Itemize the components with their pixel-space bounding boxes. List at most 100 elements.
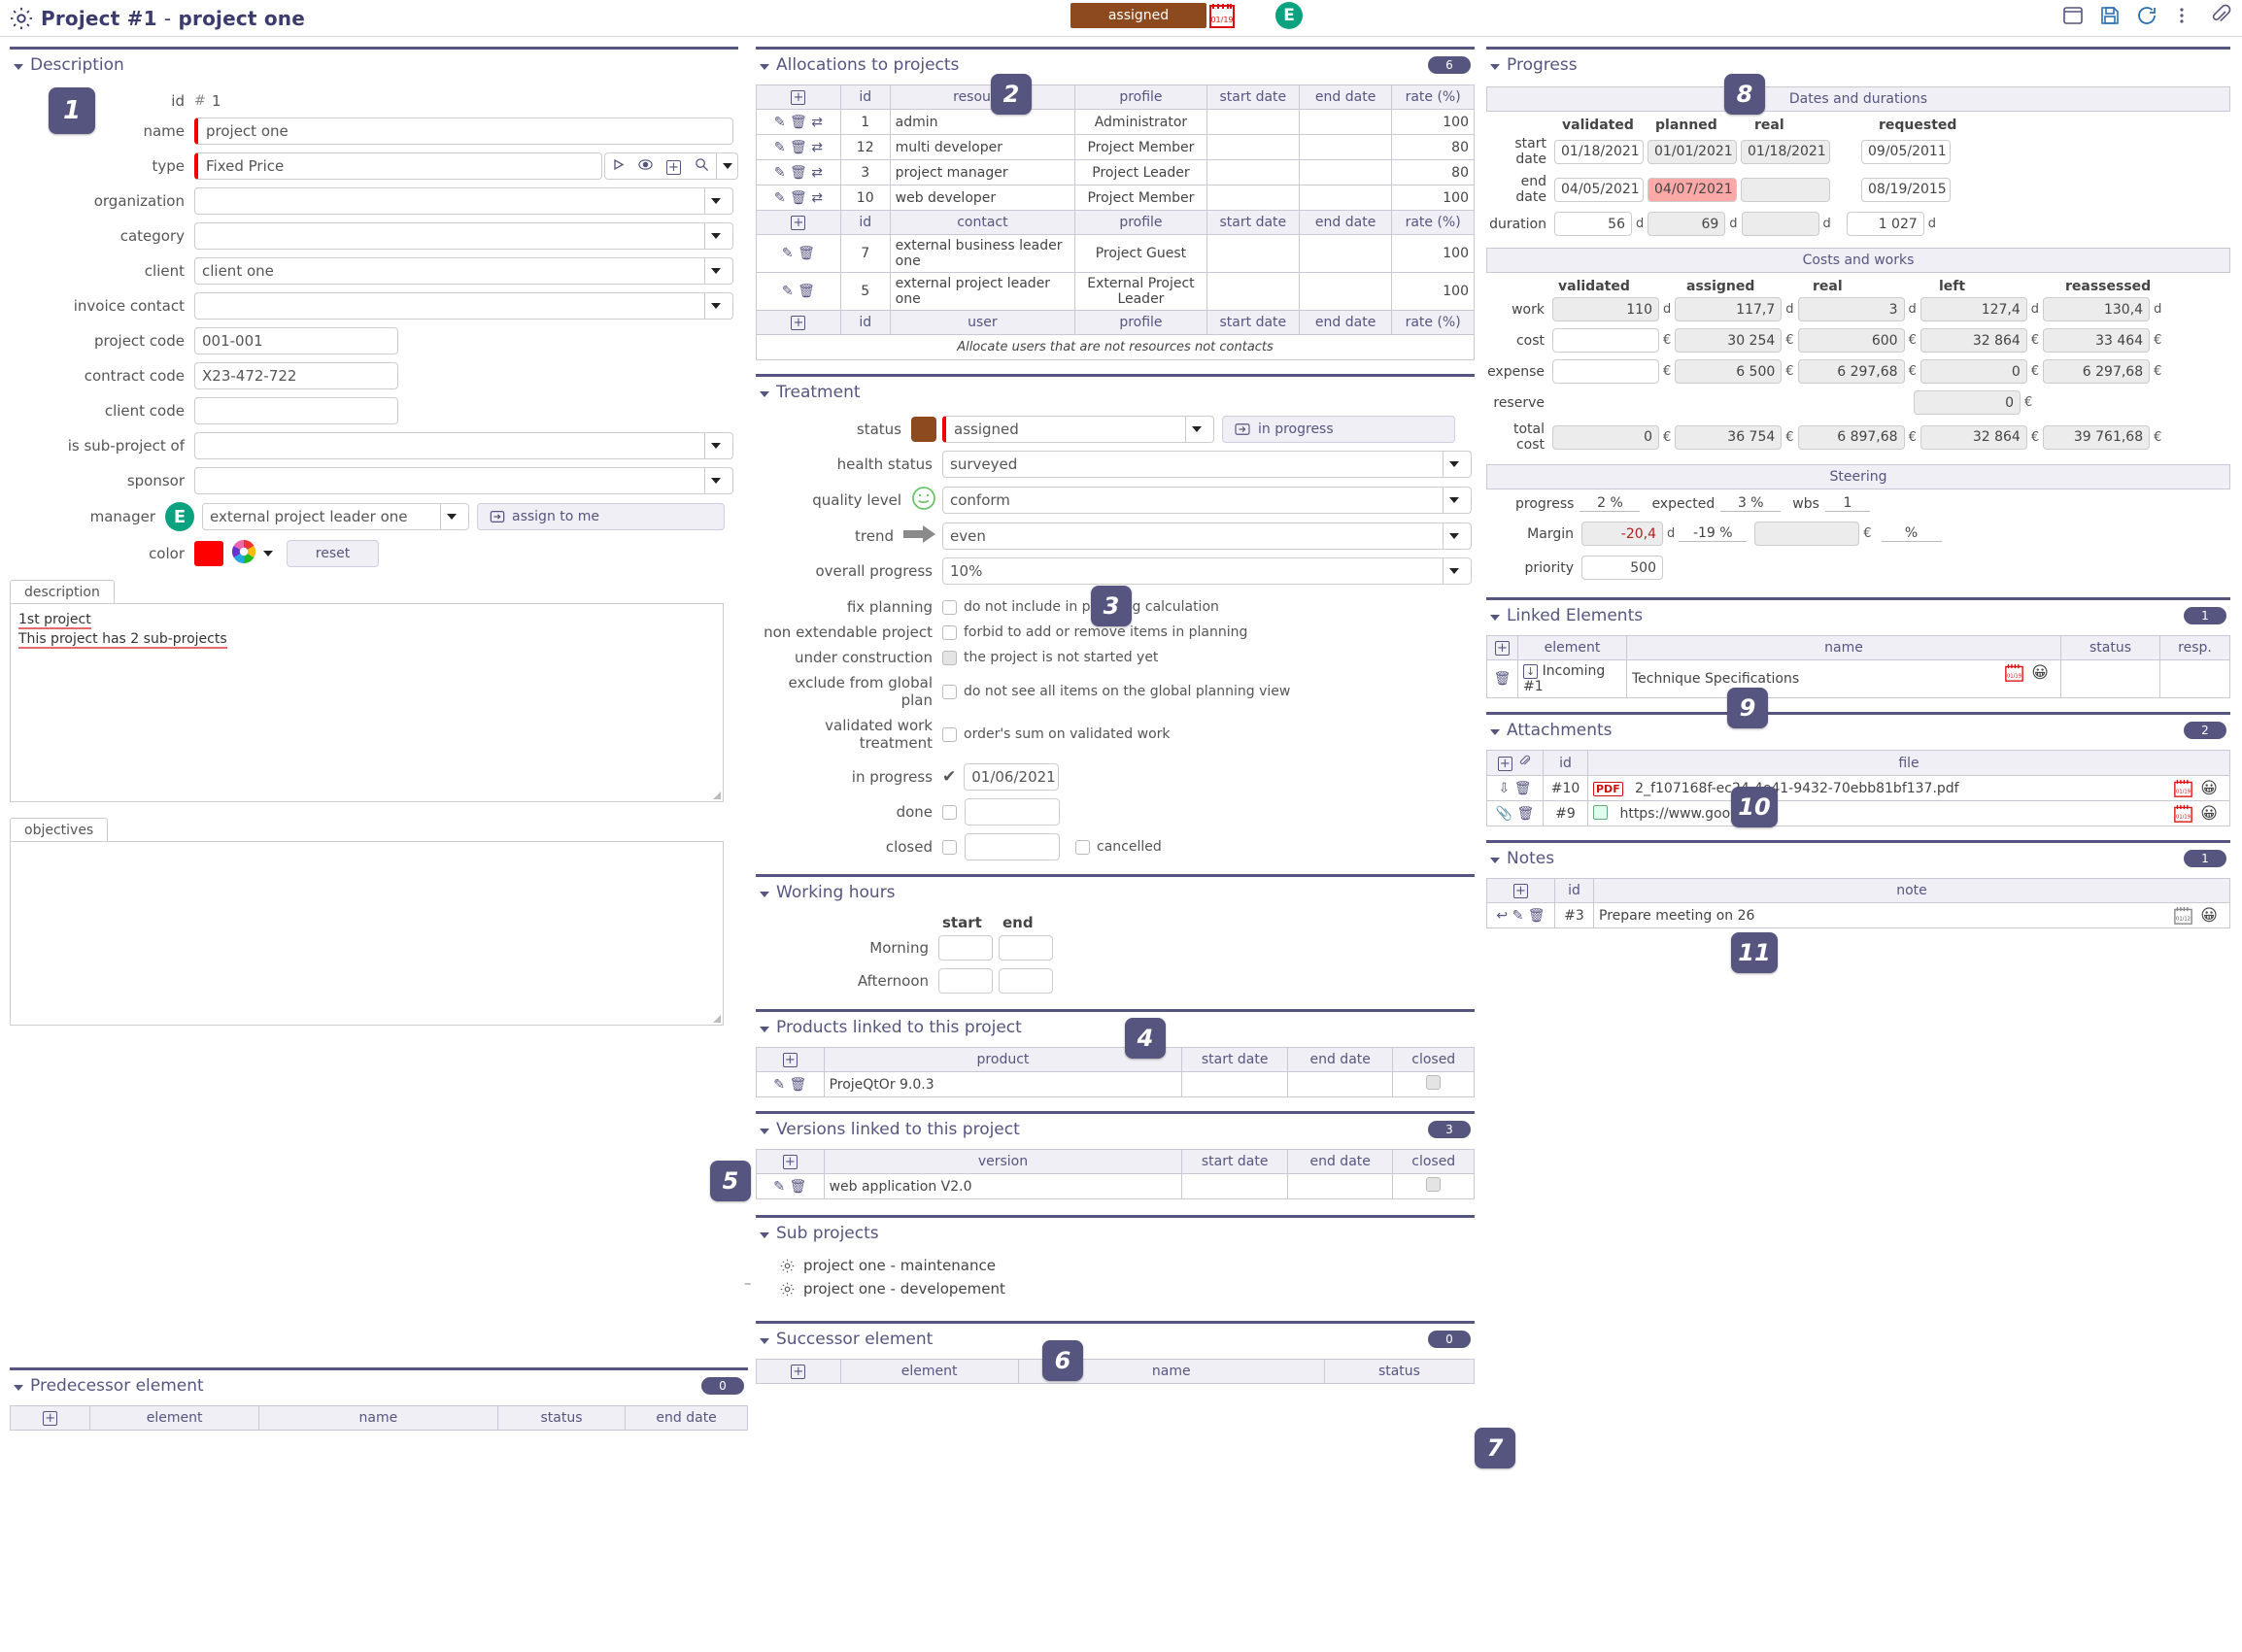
- cancelled-checkbox[interactable]: [1075, 839, 1090, 855]
- organization-select[interactable]: [194, 187, 733, 215]
- subprojects-section-header[interactable]: Sub projects: [756, 1215, 1475, 1247]
- health-status-select[interactable]: surveyed: [942, 451, 1472, 478]
- row-actions[interactable]: 📎 🗑: [1486, 800, 1544, 826]
- assign-to-me-button[interactable]: assign to me: [477, 503, 725, 530]
- table-row[interactable]: ✎ 🗑 ProjeQtOr 9.0.3: [756, 1071, 1475, 1097]
- delete-icon[interactable]: 🗑: [1528, 908, 1546, 924]
- trend-select[interactable]: even: [942, 523, 1472, 550]
- morning-start-input[interactable]: [938, 935, 993, 961]
- row-actions[interactable]: ✎ 🗑 ⇄: [756, 109, 841, 135]
- expense-validated[interactable]: [1552, 359, 1659, 384]
- category-select[interactable]: [194, 222, 733, 250]
- invoice-contact-select[interactable]: [194, 292, 733, 320]
- table-row[interactable]: ✎ 🗑 ⇄ 3 project manager Project Leader 8…: [756, 159, 1475, 185]
- description-section-header[interactable]: Description: [10, 47, 738, 79]
- cost-validated[interactable]: [1552, 328, 1659, 353]
- delete-icon[interactable]: 🗑: [1514, 781, 1532, 796]
- add-version-button[interactable]: +: [756, 1149, 825, 1174]
- contract-code-input[interactable]: X23-472-722: [194, 362, 398, 389]
- overall-progress-select[interactable]: 10%: [942, 557, 1472, 585]
- edit-icon[interactable]: ✎: [774, 165, 786, 181]
- row-actions[interactable]: ✎ 🗑 ⇄: [756, 134, 841, 160]
- delete-icon[interactable]: 🗑: [790, 165, 807, 181]
- table-row[interactable]: ✎ 🗑 7 external business leader one Proje…: [756, 234, 1475, 273]
- attach-icon[interactable]: [2209, 4, 2232, 27]
- date-badge-icon[interactable]: 01/19: [2174, 804, 2192, 826]
- add-linked-element-button[interactable]: +: [1486, 635, 1518, 660]
- priority-value[interactable]: 500: [1581, 556, 1663, 580]
- under-construction-checkbox[interactable]: [942, 650, 957, 665]
- row-actions[interactable]: ✎ 🗑: [756, 234, 841, 273]
- in-progress-checkbox[interactable]: ✔: [942, 767, 956, 787]
- name-input[interactable]: project one: [194, 118, 733, 145]
- row-actions[interactable]: ✎ 🗑: [756, 1173, 825, 1199]
- row-actions[interactable]: ✎ 🗑 ⇄: [756, 185, 841, 211]
- chevron-down-icon[interactable]: [760, 63, 769, 70]
- edit-icon[interactable]: ✎: [773, 1077, 785, 1093]
- in-progress-date[interactable]: 01/06/2021: [964, 763, 1060, 791]
- chevron-down-icon[interactable]: [1490, 614, 1500, 621]
- chevron-down-icon[interactable]: [760, 1026, 769, 1032]
- tab-description[interactable]: description: [10, 580, 115, 604]
- date-badge-icon[interactable]: 01/19: [2005, 663, 2023, 686]
- edit-icon[interactable]: ✎: [782, 246, 794, 261]
- chevron-down-icon[interactable]: [760, 1128, 769, 1134]
- sponsor-select[interactable]: [194, 467, 733, 494]
- cell-element[interactable]: ↓ Incoming #1: [1517, 659, 1627, 698]
- closed-date[interactable]: [965, 833, 1060, 860]
- row-actions[interactable]: 🗑: [1486, 659, 1518, 698]
- table-row[interactable]: ✎ 🗑 ⇄ 10 web developer Project Member 10…: [756, 185, 1475, 211]
- manager-select[interactable]: external project leader one: [202, 503, 469, 530]
- notes-section-header[interactable]: Notes 1: [1486, 840, 2230, 872]
- add-contact-button[interactable]: +: [756, 210, 841, 235]
- reset-color-button[interactable]: reset: [287, 540, 379, 567]
- new-window-icon[interactable]: [2061, 4, 2085, 27]
- delete-icon[interactable]: 🗑: [790, 140, 807, 155]
- shuffle-icon[interactable]: ⇄: [811, 140, 823, 155]
- refresh-icon[interactable]: [2135, 4, 2158, 27]
- smiley-icon[interactable]: 😀: [2200, 779, 2218, 798]
- tab-objectives[interactable]: objectives: [10, 818, 109, 842]
- row-actions[interactable]: ✎ 🗑: [756, 1071, 825, 1097]
- duration-requested[interactable]: 1 027: [1846, 212, 1924, 236]
- cell-file-label[interactable]: 2_f107168f-ec24-4e41-9432-70ebb81bf137.p…: [1635, 781, 1958, 796]
- table-row[interactable]: 🗑 ↓ Incoming #1 Technique Specifications…: [1486, 659, 2230, 698]
- add-successor-button[interactable]: +: [756, 1359, 841, 1384]
- chevron-down-icon[interactable]: [760, 1337, 769, 1344]
- paperclip-icon[interactable]: 📎: [1496, 806, 1512, 822]
- delete-icon[interactable]: 🗑: [790, 190, 807, 206]
- resize-handle[interactable]: [713, 792, 721, 799]
- edit-icon[interactable]: ✎: [774, 115, 786, 130]
- chevron-down-icon[interactable]: [1490, 63, 1500, 70]
- add-resource-button[interactable]: +: [756, 84, 841, 110]
- non-extendable-checkbox[interactable]: [942, 624, 957, 640]
- delete-icon[interactable]: 🗑: [798, 246, 815, 261]
- is-subproject-select[interactable]: [194, 432, 733, 459]
- working-hours-section-header[interactable]: Working hours: [756, 874, 1475, 906]
- more-icon[interactable]: [2172, 4, 2195, 27]
- successor-section-header[interactable]: Successor element 0: [756, 1321, 1475, 1353]
- start-date-requested[interactable]: 09/05/2011: [1861, 139, 1951, 164]
- edit-icon[interactable]: ✎: [782, 284, 794, 299]
- chevron-down-icon[interactable]: [14, 1384, 23, 1391]
- edit-icon[interactable]: ✎: [1512, 908, 1524, 924]
- cell-closed[interactable]: [1392, 1173, 1475, 1199]
- table-row[interactable]: ↩ ✎ 🗑 #3 Prepare meeting on 26 01/12 😀: [1486, 902, 2230, 928]
- table-row[interactable]: 📎 🗑 #9 https://www.google.fr 01/19 😀: [1486, 800, 2230, 826]
- products-section-header[interactable]: Products linked to this project: [756, 1009, 1475, 1041]
- linked-elements-section-header[interactable]: Linked Elements 1: [1486, 597, 2230, 629]
- row-actions[interactable]: ✎ 🗑: [756, 272, 841, 311]
- chevron-down-icon[interactable]: [760, 390, 769, 397]
- add-product-button[interactable]: +: [756, 1047, 825, 1072]
- shuffle-icon[interactable]: ⇄: [811, 115, 823, 130]
- objectives-textarea[interactable]: [10, 841, 724, 1026]
- edit-icon[interactable]: ✎: [774, 190, 786, 206]
- status-select[interactable]: assigned: [942, 416, 1214, 443]
- allocations-section-header[interactable]: Allocations to projects 6: [756, 47, 1475, 79]
- table-row[interactable]: ✎ 🗑 5 external project leader one Extern…: [756, 272, 1475, 311]
- project-code-input[interactable]: 001-001: [194, 327, 398, 354]
- done-checkbox[interactable]: [942, 804, 957, 820]
- row-actions[interactable]: ✎ 🗑 ⇄: [756, 159, 841, 185]
- morning-end-input[interactable]: [999, 935, 1053, 961]
- smiley-icon[interactable]: 😀: [2200, 906, 2218, 926]
